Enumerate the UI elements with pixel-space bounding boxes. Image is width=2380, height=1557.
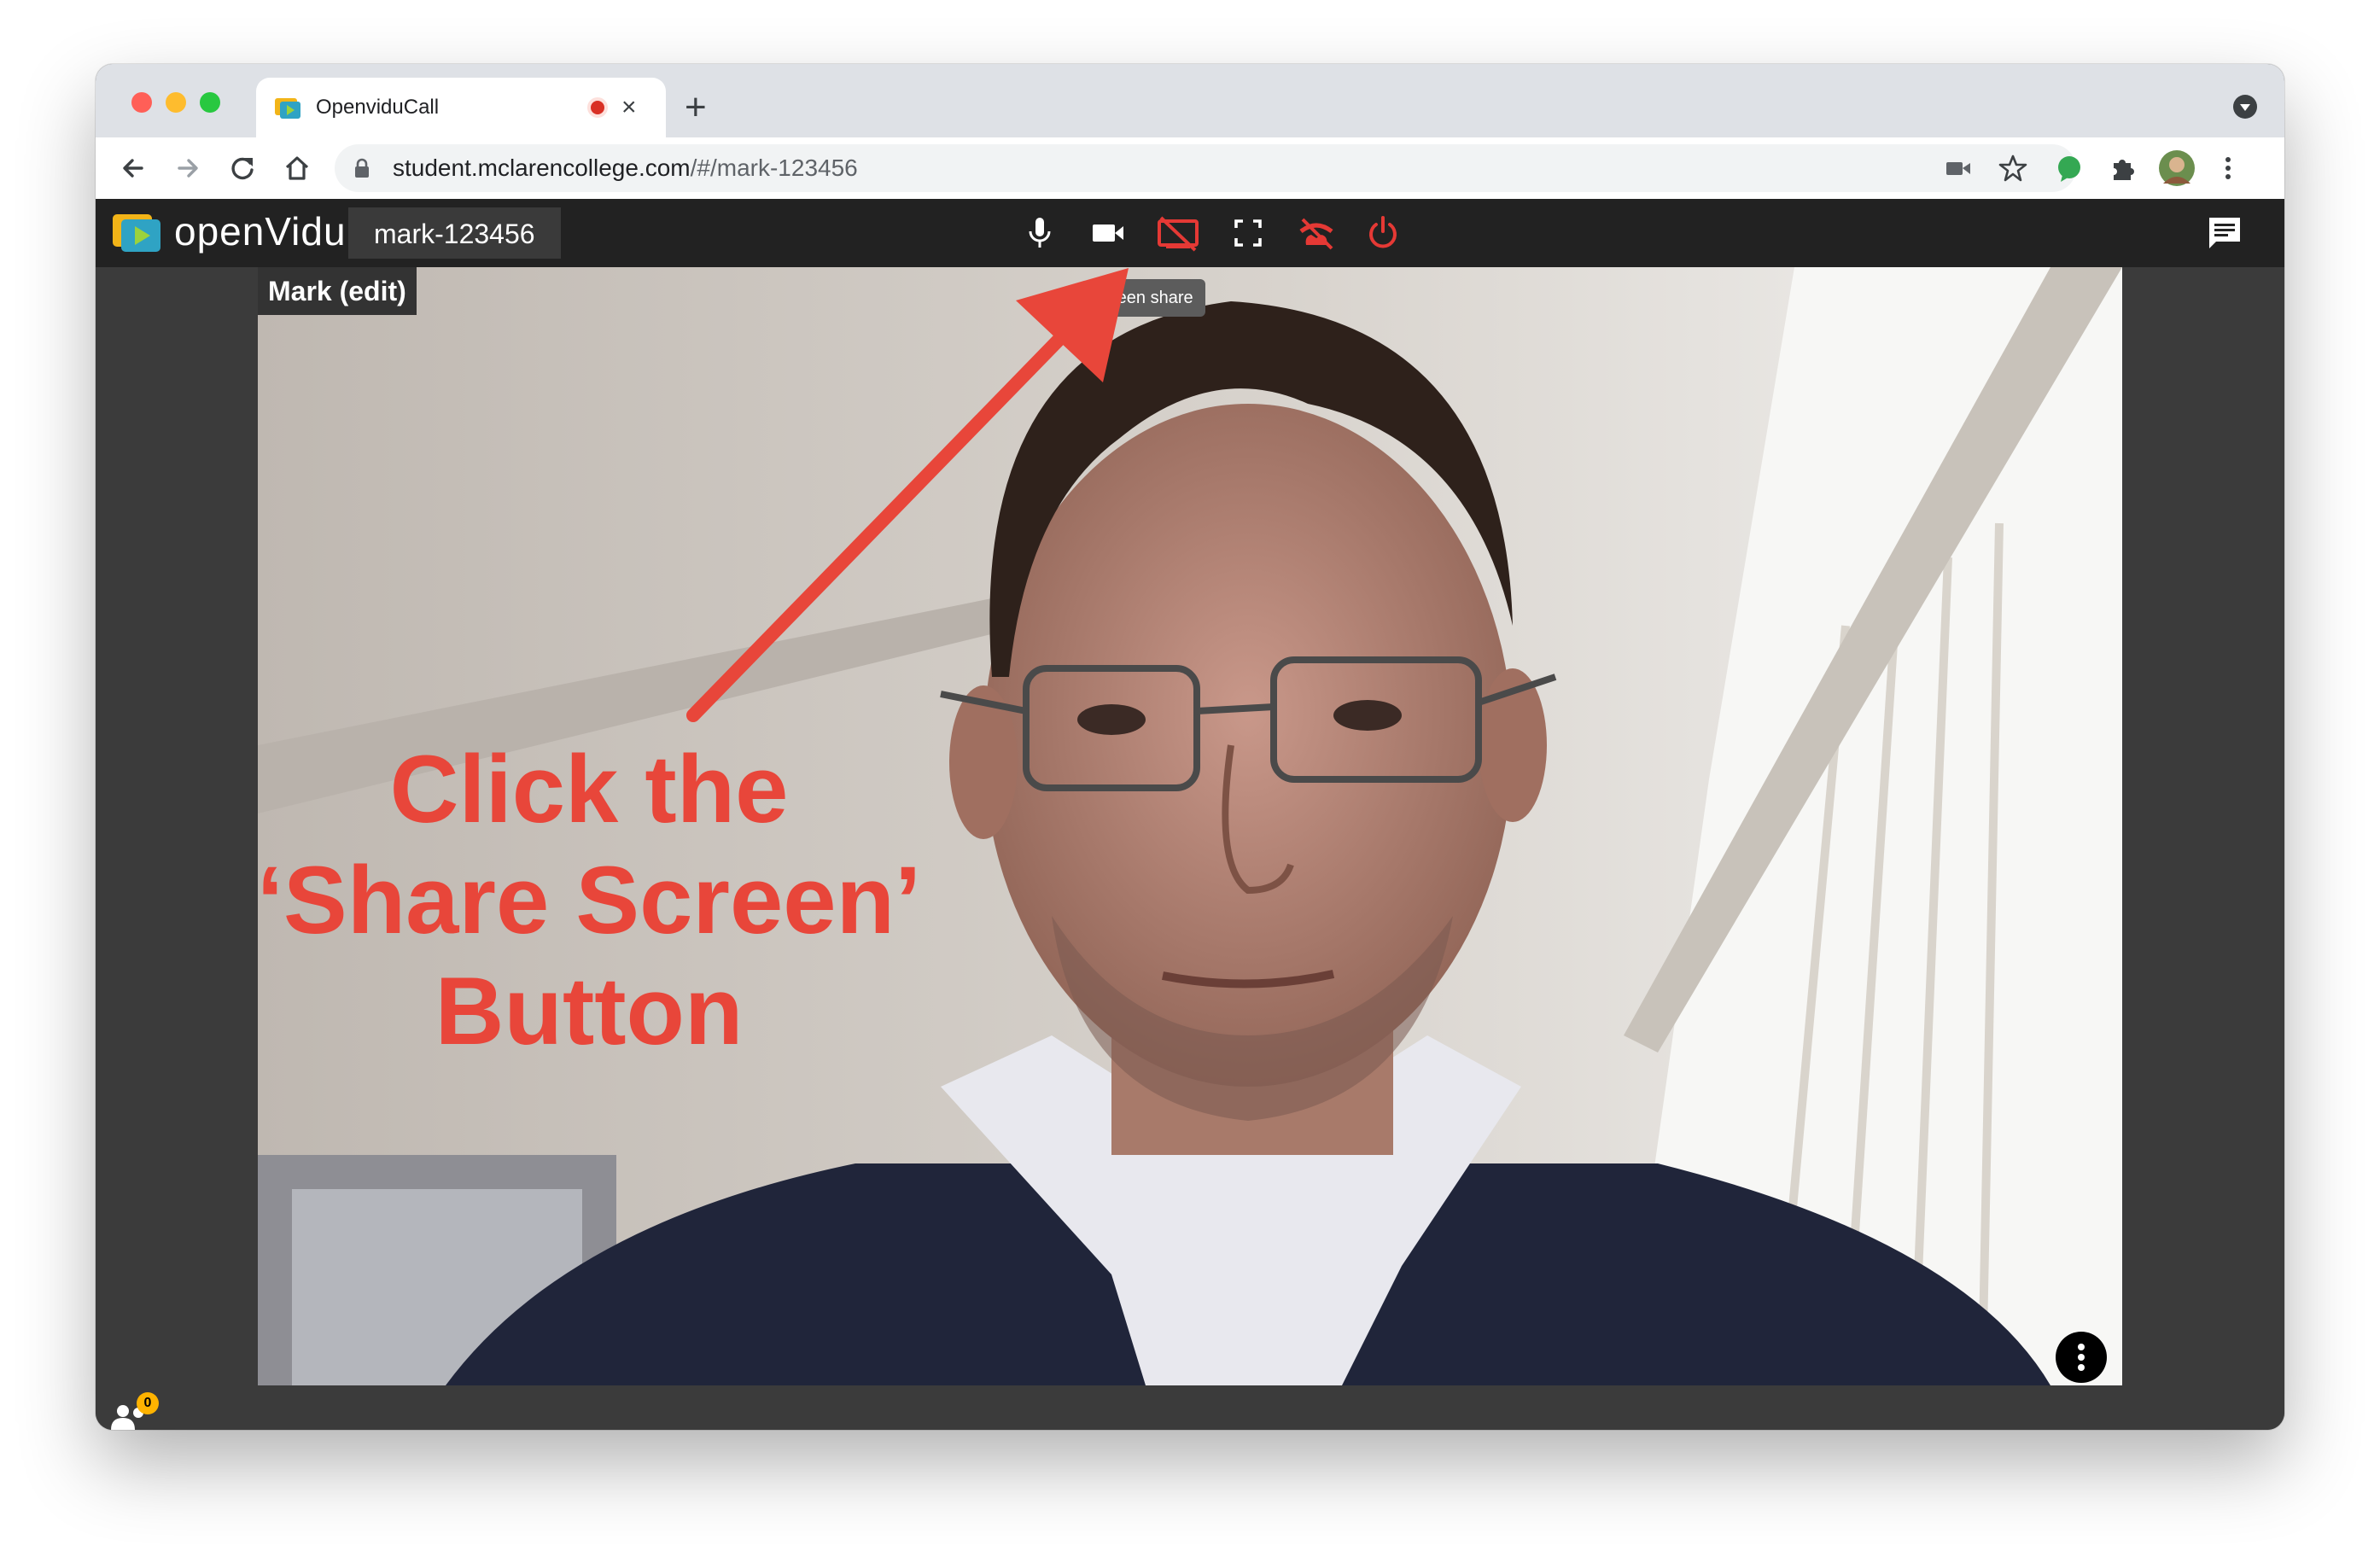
extension-green-icon[interactable]: [2052, 151, 2086, 185]
extensions-puzzle-icon[interactable]: [2105, 151, 2139, 185]
address-bar[interactable]: student.mclarencollege.com/#/mark-123456: [335, 144, 2076, 192]
mic-icon[interactable]: [1019, 213, 1060, 254]
session-name: mark-123456: [348, 207, 561, 259]
browser-tab[interactable]: OpenviduCall ×: [256, 78, 666, 137]
annotation-line: Click the: [389, 736, 789, 843]
openvidu-logo-text: openVidu: [174, 209, 347, 254]
more-options-button[interactable]: [2056, 1332, 2107, 1383]
openvidu-footer: 0: [96, 1385, 2284, 1430]
new-tab-button[interactable]: +: [685, 78, 707, 137]
leave-session-icon[interactable]: [1292, 213, 1340, 254]
camera-icon[interactable]: [1088, 213, 1129, 254]
browser-menu-icon[interactable]: [2211, 151, 2245, 185]
tab-close-button[interactable]: ×: [621, 78, 637, 137]
profile-avatar[interactable]: [2158, 149, 2196, 187]
recording-indicator-icon: [591, 101, 604, 114]
reload-icon[interactable]: [225, 151, 260, 185]
annotation-line: Button: [435, 958, 744, 1064]
screen-share-tooltip: creen share: [1091, 279, 1205, 317]
maximize-window-button[interactable]: [200, 92, 220, 113]
forward-icon[interactable]: [171, 151, 205, 185]
tab-title: OpenviduCall: [316, 96, 440, 119]
bookmark-star-icon[interactable]: [1996, 151, 2030, 185]
chat-icon[interactable]: [2204, 214, 2245, 252]
screen-share-icon[interactable]: [1154, 213, 1202, 254]
participants-count-badge: 0: [137, 1392, 159, 1414]
back-icon[interactable]: [116, 151, 150, 185]
openvidu-toolbar: openVidu mark-123456: [96, 199, 2284, 267]
openvidu-favicon-icon: [275, 98, 300, 119]
participant-nickname[interactable]: Mark (edit): [258, 267, 417, 315]
openvidu-logo-icon: [113, 214, 160, 252]
annotation-line: ‘Share Screen’: [256, 847, 922, 953]
home-icon[interactable]: [280, 151, 314, 185]
minimize-window-button[interactable]: [166, 92, 186, 113]
close-window-button[interactable]: [131, 92, 152, 113]
browser-toolbar: student.mclarencollege.com/#/mark-123456: [96, 137, 2284, 200]
url-text: student.mclarencollege.com/#/mark-123456: [393, 155, 858, 181]
fullscreen-icon[interactable]: [1228, 213, 1269, 254]
power-icon[interactable]: [1362, 213, 1403, 254]
tab-search-icon[interactable]: [2233, 95, 2257, 119]
lock-icon[interactable]: [353, 158, 370, 178]
annotation-text: Click the ‘Share Screen’ Button: [248, 734, 930, 1067]
camera-in-use-icon[interactable]: [1941, 151, 1975, 185]
tab-strip: OpenviduCall × +: [96, 64, 2284, 137]
